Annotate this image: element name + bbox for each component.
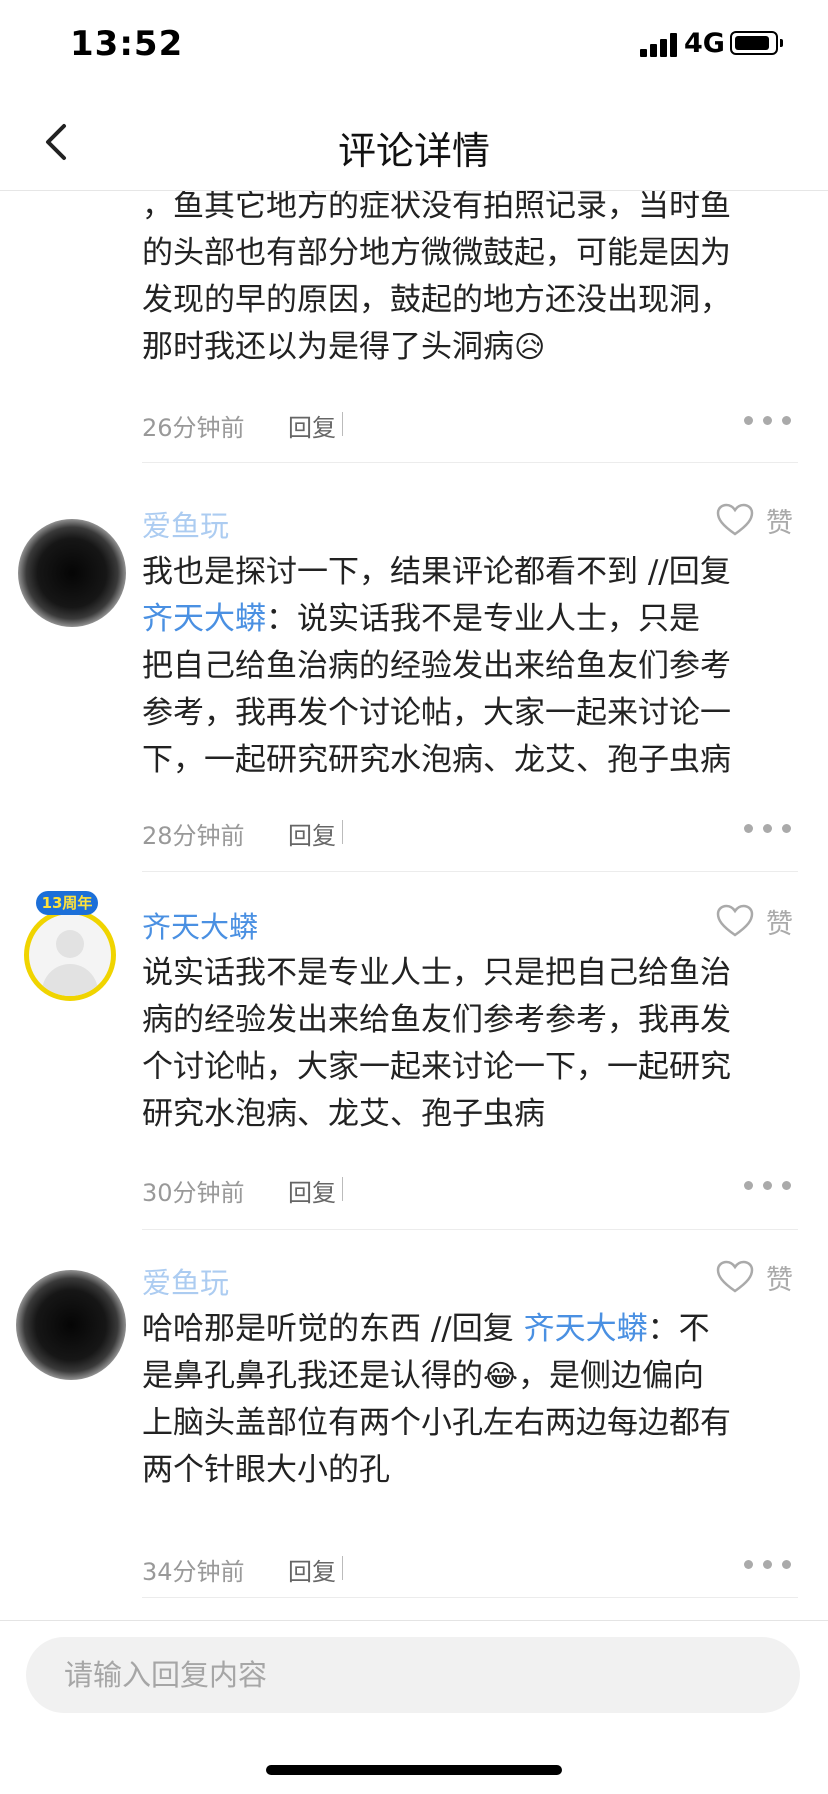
like-label: 赞 — [766, 909, 793, 940]
comment-time: 28分钟前 — [142, 822, 245, 850]
reply-button[interactable]: 回复 — [288, 1173, 336, 1208]
more-icon[interactable] — [744, 1179, 792, 1193]
reply-divider — [342, 412, 343, 436]
comment-meta: 26分钟前 回复 — [142, 404, 802, 444]
reply-button[interactable]: 回复 — [288, 816, 336, 851]
avatar[interactable] — [18, 519, 126, 627]
username[interactable]: 爱鱼玩 — [142, 1260, 229, 1302]
reply-button[interactable]: 回复 — [288, 1552, 336, 1587]
like-button[interactable]: 赞 — [716, 501, 806, 541]
signal-icon — [640, 33, 680, 57]
comment-time: 26分钟前 — [142, 414, 245, 442]
battery-icon — [730, 31, 783, 55]
avatar[interactable] — [24, 909, 116, 1001]
heart-icon — [716, 904, 754, 937]
like-button[interactable]: 赞 — [716, 1258, 806, 1298]
comment-meta: 30分钟前 回复 — [142, 1169, 802, 1209]
nav-bar: 评论详情 — [0, 96, 828, 191]
divider — [142, 462, 798, 463]
avatar[interactable] — [16, 1270, 126, 1380]
reply-button[interactable]: 回复 — [288, 408, 336, 443]
like-label: 赞 — [766, 508, 793, 539]
comment-text: 我也是探讨一下，结果评论都看不到 //回复 齐天大蟒：说实话我不是专业人士，只是把… — [142, 554, 731, 778]
comment-text: 哈哈那是听觉的东西 //回复 齐天大蟒：不 是鼻孔鼻孔我还是认得的😂，是侧边偏向上… — [142, 1311, 731, 1488]
comment-meta: 34分钟前 回复 — [142, 1548, 802, 1588]
more-icon[interactable] — [744, 1558, 792, 1572]
comment-time: 30分钟前 — [142, 1179, 245, 1207]
comment-list[interactable]: ，鱼其它地方的症状没有拍照记录，当时鱼 的头部也有部分地方微微鼓起，可能是因为 发现… — [0, 191, 828, 1619]
mention-link[interactable]: 齐天大蟒 — [142, 601, 266, 637]
divider — [142, 871, 798, 872]
comment-meta: 28分钟前 回复 — [142, 812, 802, 852]
reply-bar — [0, 1620, 828, 1794]
comment-time: 34分钟前 — [142, 1558, 245, 1586]
status-bar: 13:52 4G — [0, 0, 828, 96]
reply-input[interactable] — [26, 1637, 800, 1713]
home-indicator — [266, 1765, 562, 1775]
mention-link[interactable]: 齐天大蟒 — [524, 1311, 648, 1347]
sad-emoji-icon: 😥 — [514, 330, 546, 365]
laughing-emoji-icon: 😂 — [483, 1359, 519, 1394]
like-label: 赞 — [766, 1265, 793, 1296]
heart-icon — [716, 1260, 754, 1293]
username[interactable]: 齐天大蟒 — [142, 904, 258, 946]
status-time: 13:52 — [70, 24, 184, 64]
username[interactable]: 爱鱼玩 — [142, 503, 229, 545]
reply-divider — [342, 1556, 343, 1580]
anniversary-badge: 13周年 — [36, 891, 98, 915]
network-label: 4G — [684, 28, 725, 59]
like-button[interactable]: 赞 — [716, 902, 806, 942]
reply-divider — [342, 820, 343, 844]
reply-divider — [342, 1177, 343, 1201]
more-icon[interactable] — [744, 822, 792, 836]
page-title: 评论详情 — [337, 129, 490, 173]
divider — [142, 1597, 798, 1598]
comment-text: ，鱼其它地方的症状没有拍照记录，当时鱼 的头部也有部分地方微微鼓起，可能是因为 发现… — [142, 191, 731, 365]
heart-icon — [716, 503, 754, 536]
more-icon[interactable] — [744, 414, 792, 428]
comment-text: 说实话我不是专业人士，只是把自己给鱼治 病的经验发出来给鱼友们参考参考，我再发 个讨… — [142, 955, 731, 1132]
divider — [142, 1229, 798, 1230]
